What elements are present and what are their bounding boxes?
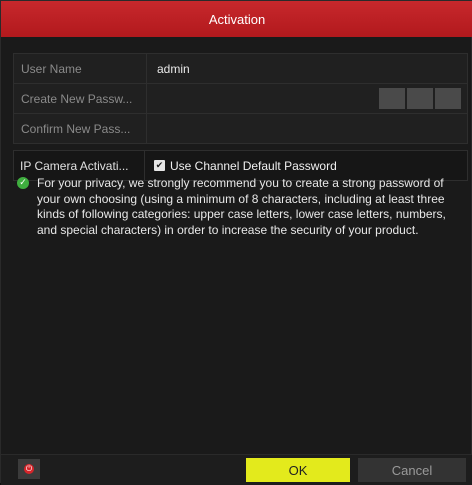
use-default-password-checkbox[interactable]: ✔ — [154, 160, 165, 171]
privacy-notice-text: For your privacy, we strongly recommend … — [37, 176, 446, 237]
user-name-field[interactable]: admin — [147, 54, 467, 83]
user-name-label: User Name — [14, 54, 147, 83]
power-icon: ⏻ — [24, 464, 34, 474]
confirm-password-field[interactable] — [147, 114, 467, 143]
activation-dialog: Activation User Name admin Create New Pa… — [0, 0, 472, 485]
cancel-button[interactable]: Cancel — [358, 458, 466, 482]
privacy-notice: ✓ For your privacy, we strongly recommen… — [17, 176, 463, 238]
use-default-password-label: Use Channel Default Password — [170, 158, 337, 173]
create-password-row: Create New Passw... — [13, 84, 468, 114]
create-password-label: Create New Passw... — [14, 84, 147, 113]
strength-segment — [407, 88, 433, 109]
dialog-title: Activation — [1, 1, 472, 37]
confirm-password-row: Confirm New Pass... — [13, 114, 468, 144]
strength-segment — [435, 88, 461, 109]
ok-button[interactable]: OK — [246, 458, 350, 482]
strength-segment — [379, 88, 405, 109]
activation-form: User Name admin Create New Passw... Conf… — [13, 53, 468, 181]
confirm-password-label: Confirm New Pass... — [14, 114, 147, 143]
check-circle-icon: ✓ — [17, 177, 29, 189]
password-strength-indicator — [379, 88, 461, 109]
user-name-row: User Name admin — [13, 53, 468, 84]
exit-button[interactable]: ⏻ — [18, 459, 40, 479]
dialog-footer: ⏻ OK Cancel — [1, 454, 472, 485]
